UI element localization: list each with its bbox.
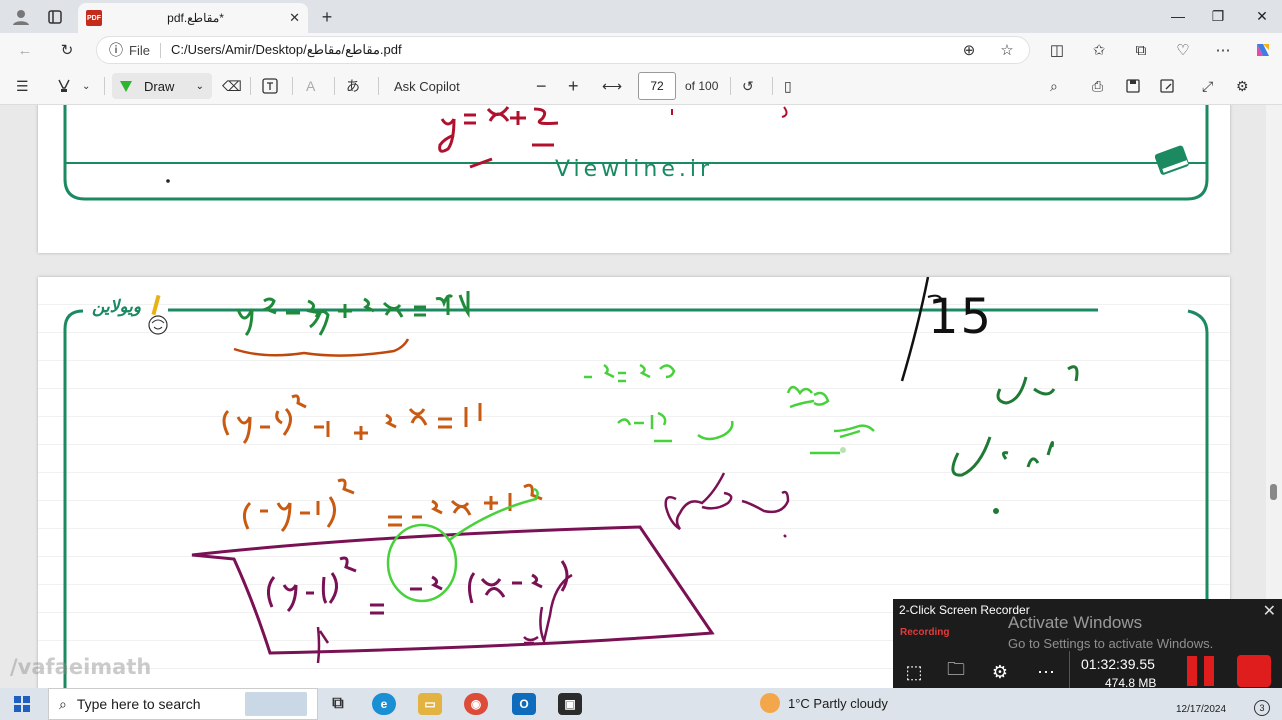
profile-icon[interactable] [10,6,32,28]
recorder-status: Recording [900,627,950,638]
favorites-icon[interactable]: ✩ [1088,39,1110,61]
url-scheme-label: File [129,42,161,58]
search-pdf-icon[interactable]: ⌕ [1050,75,1058,97]
taskbar-search[interactable]: ⌕ Type here to search [48,688,318,720]
settings-gear-icon[interactable]: ⚙ [1236,75,1249,97]
collections-icon[interactable]: ⧉ [1130,39,1152,61]
windows-start-icon[interactable] [10,693,34,715]
draw-label: Draw [144,78,175,94]
recorder-settings-icon[interactable]: ⚙ [987,659,1013,685]
browser-essentials-icon[interactable]: ♡ [1172,39,1194,61]
pdf-file-icon: PDF [86,10,102,26]
activate-windows-subtitle: Go to Settings to activate Windows. [1008,636,1214,651]
rotate-icon[interactable]: ↺ [742,75,754,97]
logo-text: ویولاین [92,297,142,317]
footer-site-link[interactable]: Viewline.ir [38,157,1230,182]
page-total: of 100 [685,79,719,93]
search-icon: ⌕ [59,695,67,712]
close-tab-icon[interactable]: ✕ [289,10,300,26]
read-aloud-icon[interactable]: A [306,75,315,97]
search-placeholder: Type here to search [76,696,201,712]
edge-icon[interactable]: e [372,693,396,715]
pause-icon-bar[interactable] [1204,656,1214,686]
contents-icon[interactable]: ☰ [16,75,29,97]
recorder-more-icon[interactable]: ⋯ [1033,659,1059,685]
page-view-icon[interactable]: ▯ [784,75,792,97]
draw-chevron-icon[interactable]: ⌄ [196,81,204,92]
page-number-input[interactable]: 72 [638,72,676,100]
scrollbar-thumb[interactable] [1270,484,1277,500]
print-icon[interactable]: ⎙ [1092,75,1103,97]
draw-button[interactable]: Draw ⌄ [112,73,212,99]
split-screen-icon[interactable]: ◫ [1046,39,1068,61]
chrome-icon[interactable]: ◉ [464,693,488,715]
tab-actions-icon[interactable] [44,6,66,28]
info-icon[interactable]: ⓘ [109,40,123,60]
active-tab[interactable]: PDF pdf.مقاطع* ✕ [78,3,308,33]
recording-time: 01:32:39.55 [1081,656,1155,672]
taskbar: ⌕ Type here to search ⧉ e ▭ ◉ O ▣ 1°C Pa… [0,688,1282,720]
recorder-close-icon[interactable]: ✕ [1263,601,1276,621]
notification-badge[interactable]: 3 [1254,700,1270,716]
new-tab-icon[interactable]: + [316,6,338,28]
weather-icon [760,693,780,713]
refresh-icon[interactable]: ↻ [56,39,78,61]
watermark: /vafaeimath [10,655,152,679]
open-folder-icon[interactable]: 🗀 [943,659,969,685]
title-bar: PDF pdf.مقاطع* ✕ + — ❐ ✕ [0,0,1282,33]
more-menu-icon[interactable]: ⋯ [1212,39,1234,61]
file-explorer-icon[interactable]: ▭ [418,693,442,715]
outlook-icon[interactable]: O [512,693,536,715]
pdf-page-previous: Viewline.ir [38,105,1230,253]
recorder-app-icon[interactable]: ▣ [558,693,582,715]
maximize-icon[interactable]: ❐ [1198,4,1238,28]
region-select-icon[interactable]: ⬚ [901,659,927,685]
fit-width-icon[interactable]: ⟷ [602,75,622,97]
copilot-icon[interactable] [1252,39,1274,61]
highlight-chevron-icon[interactable]: ⌄ [82,75,90,97]
eraser-icon[interactable]: ⌫ [222,75,242,97]
ask-copilot-button[interactable]: Ask Copilot [394,75,460,97]
stop-recording-button[interactable] [1237,655,1271,687]
full-screen-icon[interactable]: ⤢ [1202,75,1213,97]
address-bar: ← ↻ ⓘ File C:/Users/Amir/Desktop/مقاطع/م… [0,33,1282,67]
highlight-icon[interactable] [56,75,72,97]
zoom-in-icon[interactable]: + [568,75,579,97]
favorite-star-icon[interactable]: ☆ [996,39,1018,61]
text-box-icon[interactable] [262,75,278,97]
translate-icon[interactable]: あ [346,75,360,97]
zoom-out-icon[interactable]: − [536,75,547,97]
zoom-icon[interactable]: ⊕ [958,39,980,61]
heading-number: 15 [928,289,994,345]
minimize-icon[interactable]: — [1158,4,1198,28]
tab-title: pdf.مقاطع* [167,11,224,25]
search-highlight-image [245,692,307,716]
save-as-icon[interactable] [1160,75,1174,97]
activate-windows-title: Activate Windows [1008,613,1143,632]
url-text: C:/Users/Amir/Desktop/مقاطع/مقاطع.pdf [170,42,402,57]
close-window-icon[interactable]: ✕ [1242,4,1282,28]
weather-text[interactable]: 1°C Partly cloudy [788,696,888,711]
pause-icon[interactable] [1187,656,1197,686]
draw-color-icon [120,80,132,92]
url-field[interactable]: ⓘ File C:/Users/Amir/Desktop/مقاطع/مقاطع… [96,36,1030,64]
back-icon[interactable]: ← [14,39,36,61]
task-view-icon[interactable]: ⧉ [326,693,350,715]
save-icon[interactable] [1126,75,1140,97]
clock-date[interactable]: 12/17/2024 [1176,704,1226,715]
